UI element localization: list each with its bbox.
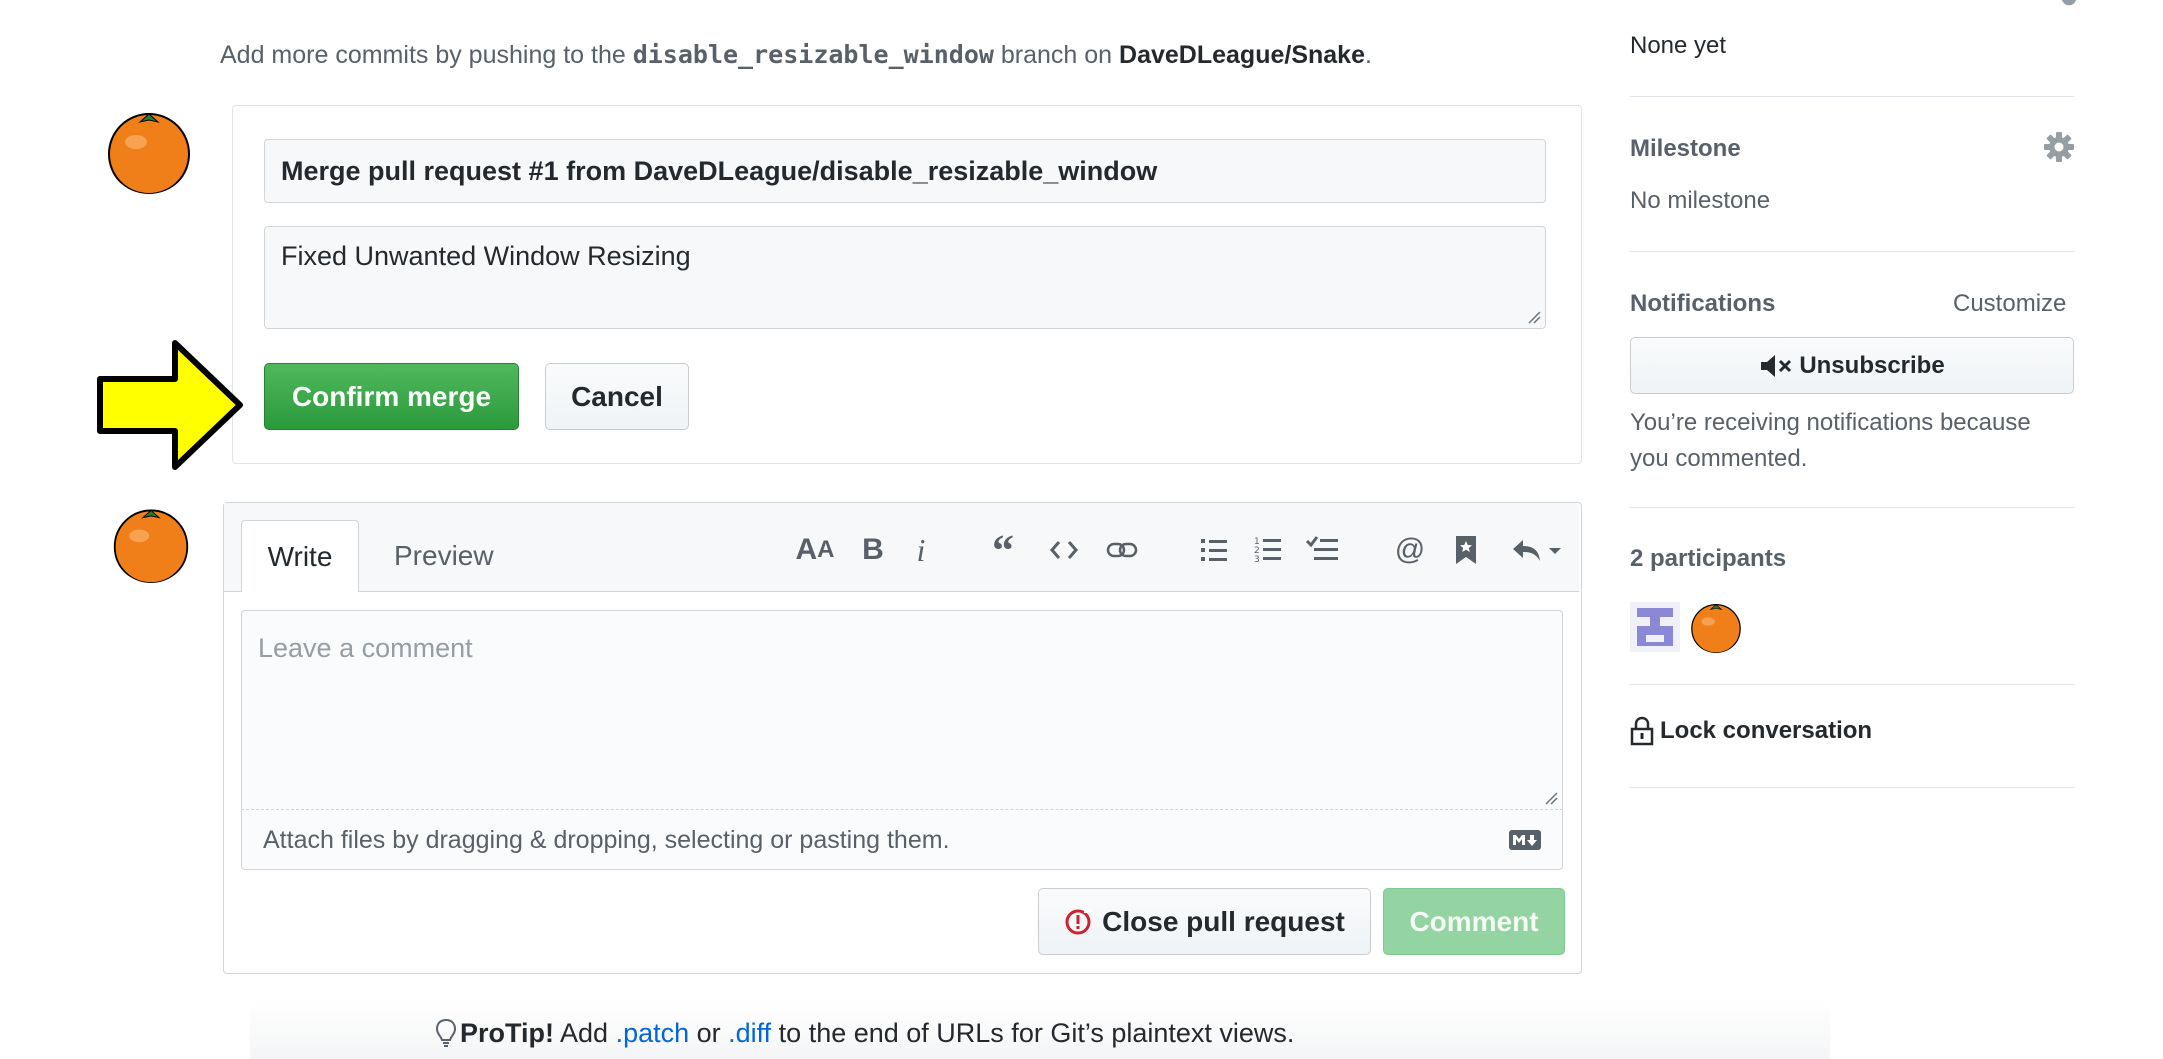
close-pull-request-label: Close pull request bbox=[1102, 905, 1345, 937]
participant-avatar[interactable] bbox=[1690, 601, 1742, 653]
attach-files-bar[interactable]: Attach files by dragging & dropping, sel… bbox=[241, 810, 1563, 870]
arrow-annotation-icon bbox=[97, 340, 243, 470]
projects-gear-icon[interactable] bbox=[2054, 0, 2084, 8]
unsubscribe-button[interactable]: Unsubscribe bbox=[1630, 337, 2074, 394]
user-avatar bbox=[108, 113, 190, 194]
milestone-heading[interactable]: Milestone bbox=[1630, 135, 2074, 163]
comment-button[interactable]: Comment bbox=[1383, 888, 1565, 955]
current-user-avatar bbox=[113, 509, 189, 583]
bulleted-list-icon[interactable] bbox=[1198, 530, 1230, 570]
notifications-reason: You’re receiving notifications because y… bbox=[1630, 409, 2031, 472]
sidebar-divider bbox=[1630, 787, 2074, 788]
numbered-list-icon[interactable]: 123 bbox=[1252, 530, 1284, 570]
svg-text:3: 3 bbox=[1254, 555, 1260, 564]
sidebar-divider bbox=[1630, 96, 2074, 97]
sidebar-divider bbox=[1630, 251, 2074, 252]
mute-icon bbox=[1761, 354, 1792, 377]
merge-hint: Add more commits by pushing to the disab… bbox=[220, 40, 1372, 70]
lock-icon bbox=[1630, 716, 1654, 746]
milestone-value: No milestone bbox=[1630, 187, 1771, 214]
protip-text: or bbox=[689, 1018, 729, 1048]
close-pull-request-button[interactable]: Close pull request bbox=[1038, 888, 1371, 955]
customize-link[interactable]: Customize bbox=[1953, 290, 2066, 318]
resize-handle-icon[interactable] bbox=[1527, 310, 1541, 324]
cancel-button[interactable]: Cancel bbox=[545, 363, 689, 430]
bold-icon[interactable]: B bbox=[858, 530, 888, 570]
tab-write[interactable]: Write bbox=[241, 520, 359, 592]
protip-label: ProTip! bbox=[460, 1018, 554, 1048]
task-list-icon[interactable] bbox=[1305, 530, 1341, 570]
merge-title-input[interactable]: Merge pull request #1 from DaveDLeague/d… bbox=[264, 139, 1546, 203]
text-size-icon[interactable]: AA bbox=[795, 530, 835, 570]
participants-heading: 2 participants bbox=[1630, 545, 1787, 572]
italic-icon[interactable]: i bbox=[908, 530, 934, 570]
projects-value: None yet bbox=[1630, 32, 1727, 59]
pull-request-closed-icon bbox=[1065, 908, 1093, 934]
quote-icon[interactable]: “ bbox=[985, 526, 1021, 575]
sidebar-divider bbox=[1630, 684, 2074, 685]
attach-hint: Attach files by dragging & dropping, sel… bbox=[263, 826, 950, 854]
protip: ProTip! Add .patch or .diff to the end o… bbox=[435, 1018, 1295, 1049]
saved-reply-icon[interactable] bbox=[1452, 530, 1480, 570]
confirm-merge-button[interactable]: Confirm merge bbox=[264, 363, 519, 430]
light-bulb-icon bbox=[435, 1018, 457, 1047]
resize-handle-icon[interactable] bbox=[1544, 791, 1558, 805]
tab-preview[interactable]: Preview bbox=[394, 540, 494, 572]
comment-placeholder: Leave a comment bbox=[258, 633, 473, 663]
merge-message-text: Fixed Unwanted Window Resizing bbox=[281, 241, 691, 271]
code-icon[interactable] bbox=[1047, 530, 1081, 570]
markdown-icon[interactable] bbox=[1509, 830, 1541, 850]
lock-conversation-link[interactable]: Lock conversation bbox=[1630, 716, 2074, 746]
merge-message-input[interactable]: Fixed Unwanted Window Resizing bbox=[264, 226, 1546, 329]
repo-name: DaveDLeague/Snake bbox=[1119, 41, 1365, 69]
mention-icon[interactable]: @ bbox=[1392, 530, 1428, 570]
milestone-gear-icon[interactable] bbox=[2043, 131, 2075, 163]
sidebar-divider bbox=[1630, 507, 2074, 508]
merge-hint-text: . bbox=[1364, 41, 1372, 69]
lock-conversation-label: Lock conversation bbox=[1660, 717, 1873, 744]
merge-hint-text: branch on bbox=[993, 41, 1120, 69]
branch-name: disable_resizable_window bbox=[632, 40, 994, 69]
merge-hint-text: Add more commits by pushing to the bbox=[220, 41, 633, 69]
patch-link[interactable]: .patch bbox=[616, 1018, 690, 1048]
protip-text: to the end of URLs for Git’s plaintext v… bbox=[771, 1018, 1295, 1048]
protip-text: Add bbox=[554, 1018, 616, 1048]
reply-icon[interactable] bbox=[1510, 530, 1566, 570]
participant-avatar[interactable] bbox=[1630, 602, 1680, 652]
link-icon[interactable] bbox=[1104, 530, 1140, 570]
unsubscribe-label: Unsubscribe bbox=[1799, 351, 1945, 379]
diff-link[interactable]: .diff bbox=[728, 1018, 771, 1048]
comment-input[interactable]: Leave a comment bbox=[241, 610, 1563, 810]
